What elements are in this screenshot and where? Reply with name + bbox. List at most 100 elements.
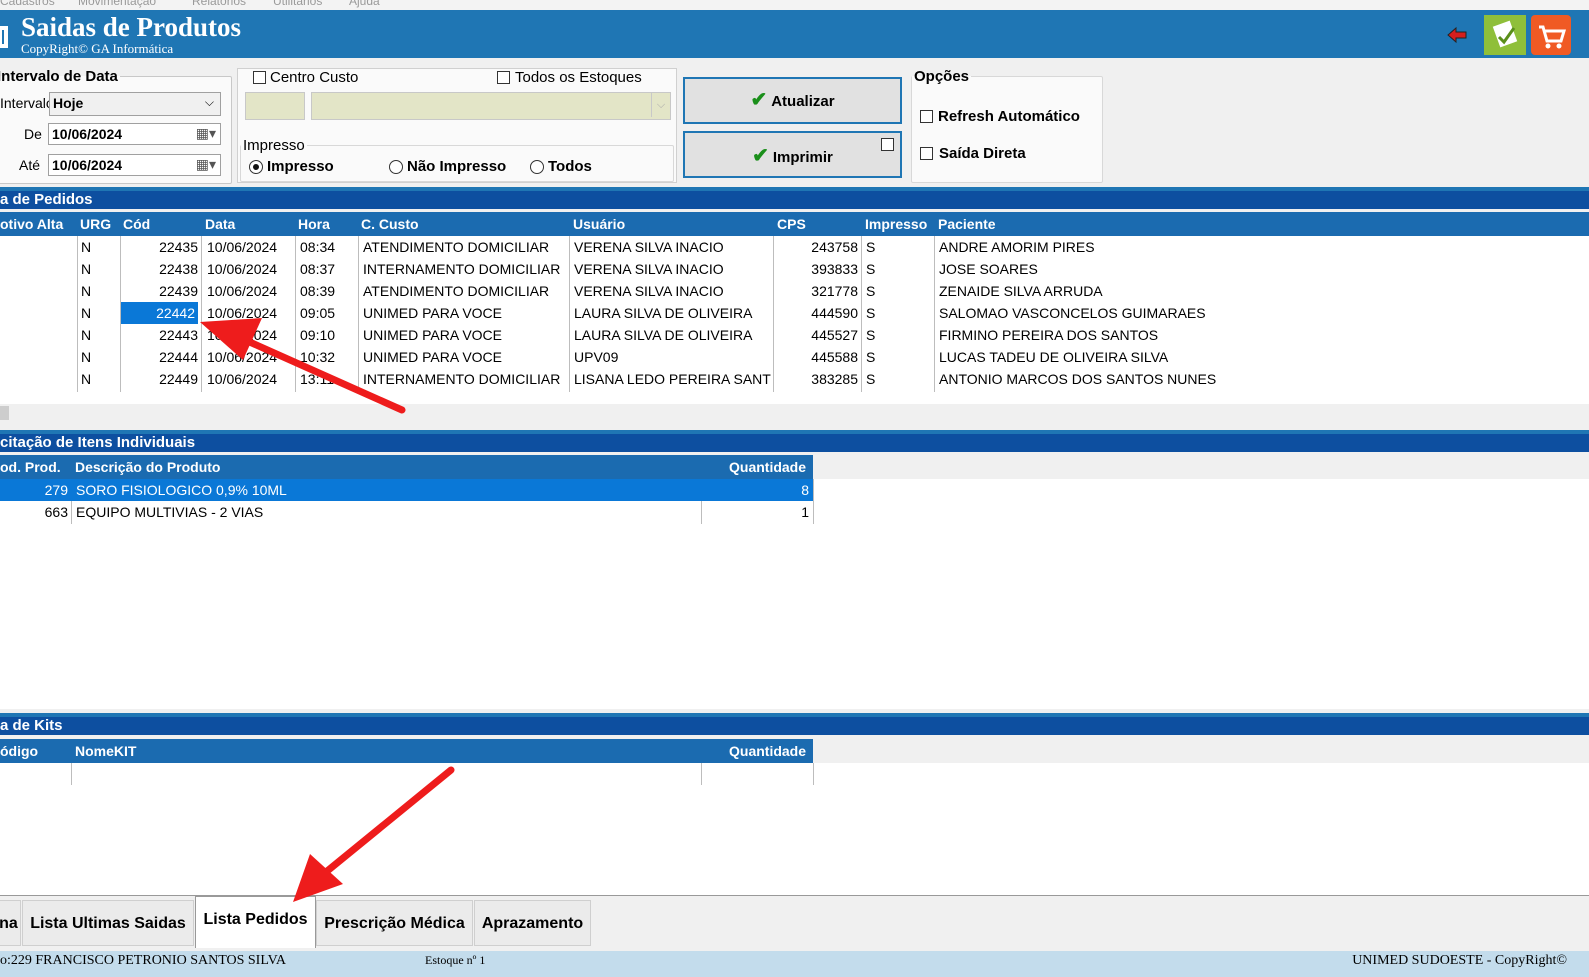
- menu-relatorios[interactable]: Relatórios: [192, 0, 246, 8]
- col-usuario[interactable]: Usuário: [573, 216, 625, 232]
- order-cell-paciente[interactable]: ZENAIDE SILVA ARRUDA: [939, 280, 1539, 302]
- order-cell-usuario[interactable]: LAURA SILVA DE OLIVEIRA: [574, 324, 772, 346]
- order-cell-hora[interactable]: 08:37: [300, 258, 356, 280]
- order-cell-hora[interactable]: 13:11: [300, 368, 356, 390]
- tab-lista-ultimas-saidas[interactable]: Lista Ultimas Saidas: [22, 900, 194, 946]
- order-cell-paciente[interactable]: FIRMINO PEREIRA DOS SANTOS: [939, 324, 1539, 346]
- order-cell-data[interactable]: 10/06/2024: [207, 302, 293, 324]
- col-nomekit[interactable]: NomeKIT: [75, 743, 136, 759]
- col-descricao[interactable]: Descrição do Produto: [75, 459, 220, 475]
- tab-aprazamento[interactable]: Aprazamento: [474, 900, 591, 946]
- order-cell-usuario[interactable]: VERENA SILVA INACIO: [574, 258, 772, 280]
- order-cell-paciente[interactable]: ANDRE AMORIM PIRES: [939, 236, 1539, 258]
- order-cell-cod[interactable]: 22435: [121, 236, 198, 258]
- order-cell-cod[interactable]: 22439: [121, 280, 198, 302]
- items-grid[interactable]: 279 SORO FISIOLOGICO 0,9% 10ML 8 663 EQUIPO …: [0, 479, 1589, 709]
- radio-not-printed[interactable]: [389, 160, 403, 174]
- order-cell-custo[interactable]: UNIMED PARA VOCE: [363, 346, 567, 368]
- item-cell-cod[interactable]: 279: [0, 479, 68, 501]
- tab-lista-pedidos[interactable]: Lista Pedidos: [195, 896, 316, 948]
- order-cell-urg[interactable]: N: [81, 236, 117, 258]
- col-impresso[interactable]: Impresso: [865, 216, 927, 232]
- col-hora[interactable]: Hora: [298, 216, 330, 232]
- col-cod[interactable]: Cód: [123, 216, 150, 232]
- order-cell-cps[interactable]: 383285: [774, 368, 858, 390]
- order-cell-custo[interactable]: ATENDIMENTO DOMICILIAR: [363, 280, 567, 302]
- order-cell-usuario[interactable]: VERENA SILVA INACIO: [574, 236, 772, 258]
- cost-center-code-field[interactable]: [245, 92, 305, 120]
- order-cell-data[interactable]: 10/06/2024: [207, 324, 293, 346]
- order-cell-impresso[interactable]: S: [866, 280, 932, 302]
- order-cell-paciente[interactable]: JOSE SOARES: [939, 258, 1539, 280]
- order-cell-urg[interactable]: N: [81, 368, 117, 390]
- order-cell-urg[interactable]: N: [81, 346, 117, 368]
- menu-utilitarios[interactable]: Utilitários: [273, 0, 322, 8]
- order-cell-data[interactable]: 10/06/2024: [207, 236, 293, 258]
- col-quantidade[interactable]: Quantidade: [729, 459, 806, 475]
- print-option-checkbox[interactable]: [881, 138, 894, 151]
- item-cell-desc[interactable]: SORO FISIOLOGICO 0,9% 10ML: [76, 479, 696, 501]
- cart-icon[interactable]: [1531, 15, 1571, 55]
- order-cell-urg[interactable]: N: [81, 324, 117, 346]
- order-cell-urg[interactable]: N: [81, 302, 117, 324]
- order-cell-custo[interactable]: INTERNAMENTO DOMICILIAR: [363, 368, 567, 390]
- order-cell-usuario[interactable]: UPV09: [574, 346, 772, 368]
- order-cell-impresso[interactable]: S: [866, 346, 932, 368]
- orders-grid[interactable]: N 22435 10/06/2024 08:34 ATENDIMENTO DOMICIL…: [0, 236, 1589, 404]
- order-cell-cps[interactable]: 393833: [774, 258, 858, 280]
- col-codigo[interactable]: ódigo: [0, 743, 38, 759]
- item-cell-desc[interactable]: EQUIPO MULTIVIAS - 2 VIAS: [76, 501, 696, 523]
- col-cps[interactable]: CPS: [777, 216, 806, 232]
- tab-first[interactable]: na: [0, 900, 21, 946]
- cost-center-checkbox[interactable]: [253, 71, 266, 84]
- order-cell-paciente[interactable]: ANTONIO MARCOS DOS SANTOS NUNES: [939, 368, 1539, 390]
- orders-horizontal-scrollbar[interactable]: [0, 404, 1589, 422]
- order-cell-hora[interactable]: 09:05: [300, 302, 356, 324]
- item-cell-cod[interactable]: 663: [0, 501, 68, 523]
- order-cell-cod[interactable]: 22438: [121, 258, 198, 280]
- order-cell-impresso[interactable]: S: [866, 368, 932, 390]
- document-icon[interactable]: [1484, 15, 1526, 55]
- order-cell-custo[interactable]: UNIMED PARA VOCE: [363, 324, 567, 346]
- order-cell-cps[interactable]: 445527: [774, 324, 858, 346]
- order-cell-cps[interactable]: 445588: [774, 346, 858, 368]
- order-cell-paciente[interactable]: SALOMAO VASCONCELOS GUIMARAES: [939, 302, 1539, 324]
- order-cell-custo[interactable]: UNIMED PARA VOCE: [363, 302, 567, 324]
- order-cell-impresso[interactable]: S: [866, 302, 932, 324]
- selected-order-cod[interactable]: 22442: [121, 302, 198, 324]
- order-cell-custo[interactable]: INTERNAMENTO DOMICILIAR: [363, 258, 567, 280]
- direct-exit-checkbox[interactable]: [920, 147, 933, 160]
- order-cell-impresso[interactable]: S: [866, 236, 932, 258]
- radio-all[interactable]: [530, 160, 544, 174]
- radio-printed[interactable]: [249, 160, 263, 174]
- print-button[interactable]: ✔ Imprimir: [683, 131, 902, 178]
- order-cell-cod[interactable]: 22444: [121, 346, 198, 368]
- from-date-field[interactable]: 10/06/2024 ▦▾: [48, 123, 221, 145]
- cost-center-select[interactable]: ⌵: [311, 92, 671, 120]
- order-cell-hora[interactable]: 10:32: [300, 346, 356, 368]
- order-cell-impresso[interactable]: S: [866, 258, 932, 280]
- col-c-custo[interactable]: C. Custo: [361, 216, 419, 232]
- order-cell-cod[interactable]: 22443: [121, 324, 198, 346]
- order-cell-data[interactable]: 10/06/2024: [207, 280, 293, 302]
- to-date-field[interactable]: 10/06/2024 ▦▾: [48, 154, 221, 176]
- tab-prescricao-medica[interactable]: Prescrição Médica: [316, 900, 473, 946]
- menu-cadastros[interactable]: Cadastros: [0, 0, 55, 8]
- order-cell-paciente[interactable]: LUCAS TADEU DE OLIVEIRA SILVA: [939, 346, 1539, 368]
- calendar-icon[interactable]: ▦▾: [196, 125, 216, 142]
- scrollbar-thumb[interactable]: [0, 406, 9, 420]
- col-urg[interactable]: URG: [80, 216, 111, 232]
- order-cell-hora[interactable]: 09:10: [300, 324, 356, 346]
- order-cell-hora[interactable]: 08:34: [300, 236, 356, 258]
- menu-ajuda[interactable]: Ajuda: [349, 0, 380, 8]
- order-cell-cod[interactable]: 22449: [121, 368, 198, 390]
- order-cell-cps[interactable]: 444590: [774, 302, 858, 324]
- order-cell-usuario[interactable]: LAURA SILVA DE OLIVEIRA: [574, 302, 772, 324]
- item-cell-qtd[interactable]: 8: [702, 479, 809, 501]
- order-cell-data[interactable]: 10/06/2024: [207, 258, 293, 280]
- order-cell-usuario[interactable]: VERENA SILVA INACIO: [574, 280, 772, 302]
- order-cell-cps[interactable]: 243758: [774, 236, 858, 258]
- calendar-icon[interactable]: ▦▾: [196, 156, 216, 173]
- order-cell-usuario[interactable]: LISANA LEDO PEREIRA SANT: [574, 368, 772, 390]
- order-cell-cps[interactable]: 321778: [774, 280, 858, 302]
